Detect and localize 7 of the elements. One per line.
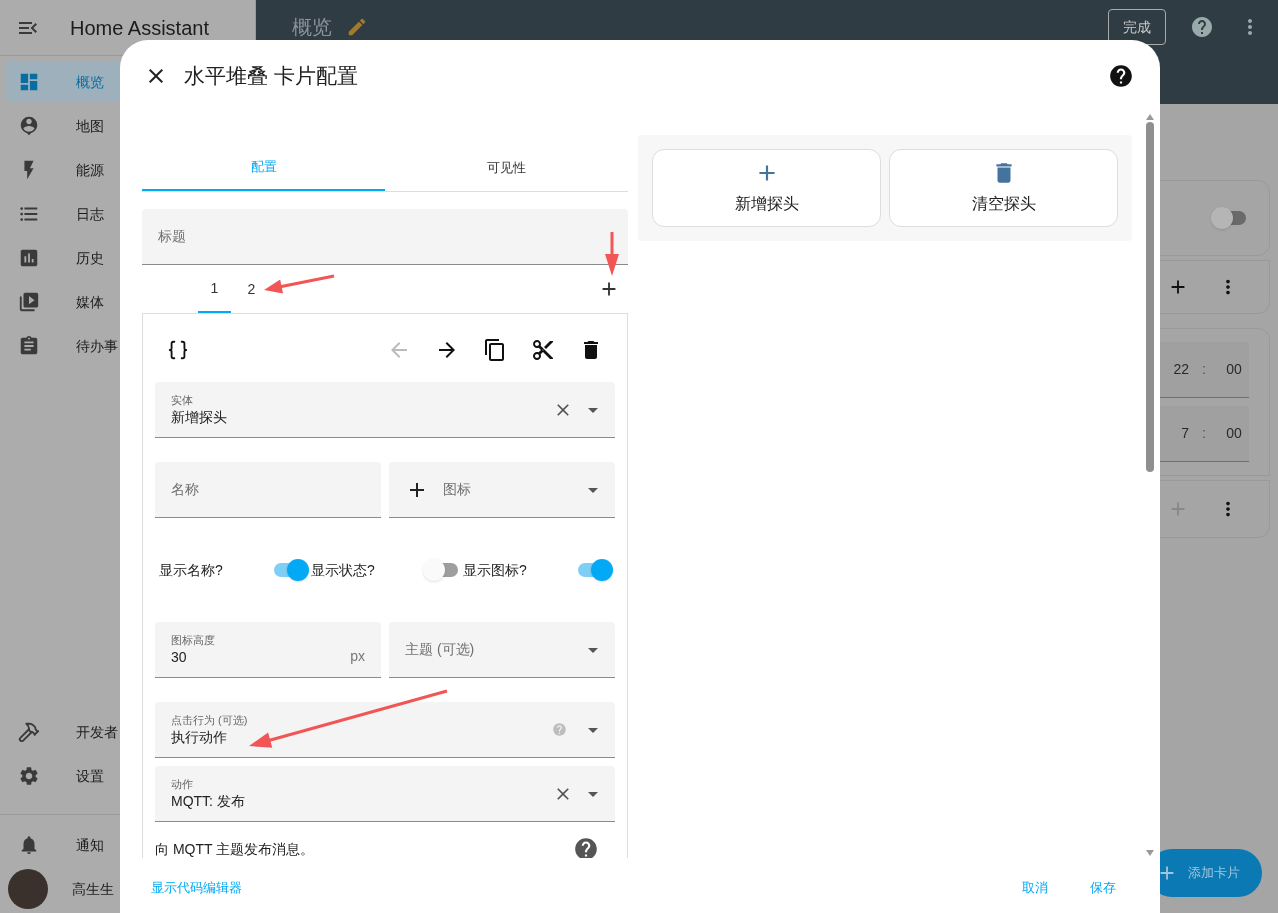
app-title: Home Assistant bbox=[70, 15, 209, 41]
toggle-label: 显示图标? bbox=[463, 560, 527, 580]
toggle-label: 显示状态? bbox=[311, 560, 375, 580]
page-title: 概览 bbox=[292, 15, 332, 40]
dialog-title: 水平堆叠 卡片配置 bbox=[184, 63, 358, 90]
description-text: 向 MQTT 主题发布消息。 bbox=[155, 839, 315, 858]
toggle-label: 显示名称? bbox=[159, 560, 223, 580]
